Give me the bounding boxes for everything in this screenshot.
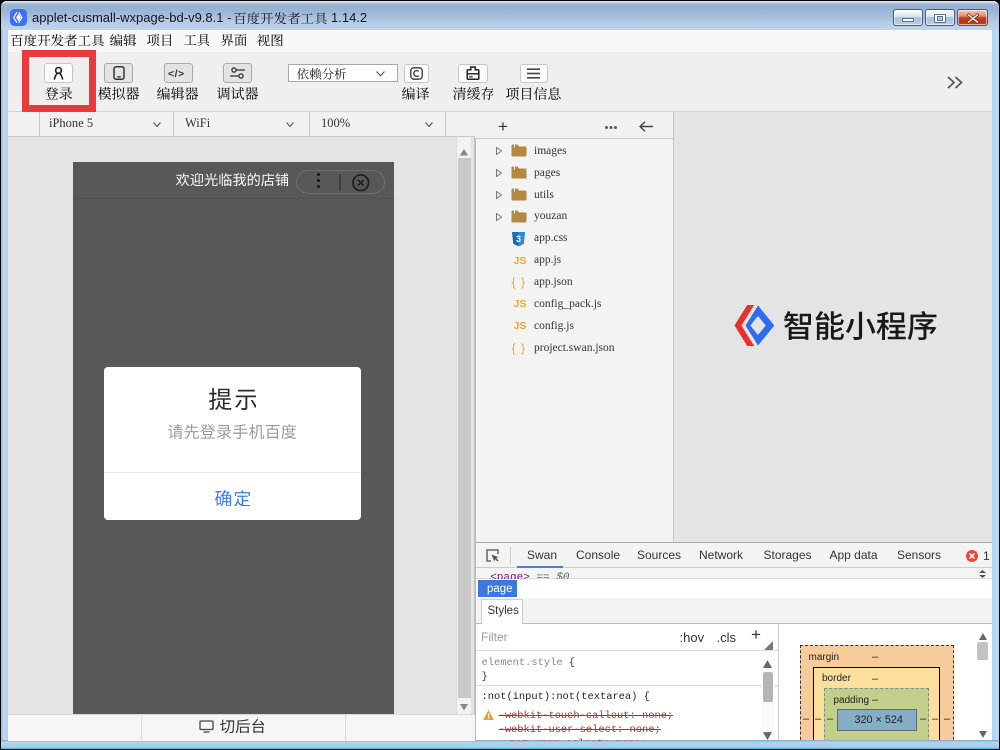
svg-text:3: 3 [516, 234, 521, 244]
